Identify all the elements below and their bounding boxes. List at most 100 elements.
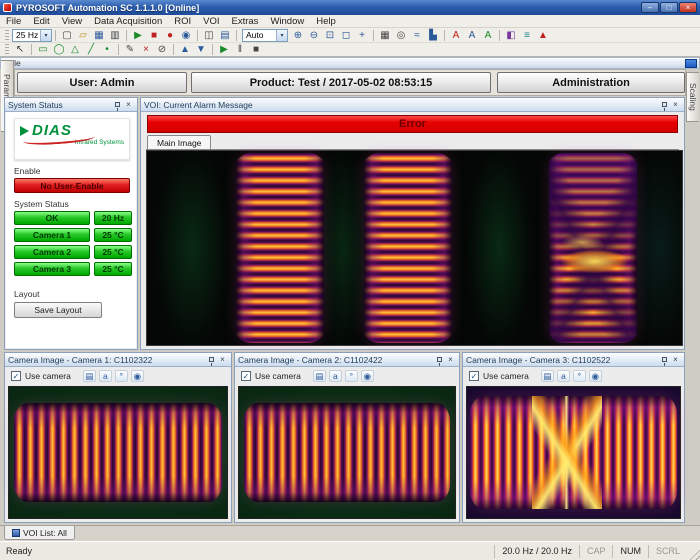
histogram-icon[interactable]: ▙ bbox=[425, 29, 441, 42]
save-icon[interactable]: ▦ bbox=[91, 29, 107, 42]
layout-icon[interactable]: ◫ bbox=[201, 29, 217, 42]
detail-icon[interactable]: ◉ bbox=[589, 370, 602, 382]
tab-voi-list[interactable]: VOI List: All bbox=[4, 526, 75, 540]
stop-icon[interactable]: ■ bbox=[248, 43, 264, 56]
roi-polygon-icon[interactable]: △ bbox=[67, 43, 83, 56]
close-icon[interactable]: × bbox=[445, 355, 456, 365]
temperature-icon[interactable]: ° bbox=[345, 370, 358, 382]
grid-icon[interactable]: ▦ bbox=[377, 29, 393, 42]
temperature-icon[interactable]: ° bbox=[573, 370, 586, 382]
autoscale-icon[interactable]: a bbox=[329, 370, 342, 382]
print-icon[interactable]: ▥ bbox=[107, 29, 123, 42]
record-icon[interactable]: ● bbox=[162, 29, 178, 42]
autoscale-icon[interactable]: a bbox=[557, 370, 570, 382]
palette-icon[interactable]: ▤ bbox=[313, 370, 326, 382]
detail-icon[interactable]: ◉ bbox=[361, 370, 374, 382]
menu-voi[interactable]: VOI bbox=[197, 15, 225, 27]
toolbar-grip[interactable] bbox=[5, 30, 9, 41]
resize-grip[interactable] bbox=[687, 547, 700, 560]
use-camera-checkbox[interactable]: ✓ bbox=[469, 371, 479, 381]
pan-icon[interactable]: + bbox=[354, 29, 370, 42]
zoom-in-icon[interactable]: ⊕ bbox=[290, 29, 306, 42]
zoom-fit-icon[interactable]: ⊡ bbox=[322, 29, 338, 42]
select-icon[interactable]: ↖ bbox=[12, 43, 28, 56]
profile-icon[interactable]: ≈ bbox=[409, 29, 425, 42]
menu-roi[interactable]: ROI bbox=[168, 15, 197, 27]
tab-main-image[interactable]: Main Image bbox=[147, 135, 211, 150]
system-status-header: System Status × bbox=[5, 98, 137, 112]
minimize-button[interactable]: – bbox=[641, 2, 659, 13]
menu-file[interactable]: File bbox=[0, 15, 27, 27]
snapshot-icon[interactable]: ◉ bbox=[178, 29, 194, 42]
palette-icon[interactable]: ▤ bbox=[83, 370, 96, 382]
menu-extras[interactable]: Extras bbox=[226, 15, 265, 27]
roi-ellipse-icon[interactable]: ◯ bbox=[51, 43, 67, 56]
alarm-icon[interactable]: ▲ bbox=[535, 29, 551, 42]
pause-icon[interactable]: ‖ bbox=[232, 43, 248, 56]
camera3-thermal-tube bbox=[470, 396, 677, 509]
save-layout-button[interactable]: Save Layout bbox=[14, 302, 102, 318]
roi-point-icon[interactable]: • bbox=[99, 43, 115, 56]
crosshair-icon[interactable]: ◎ bbox=[393, 29, 409, 42]
zoom-out-icon[interactable]: ⊖ bbox=[306, 29, 322, 42]
pin-icon[interactable] bbox=[434, 355, 445, 365]
play-icon[interactable]: ▶ bbox=[216, 43, 232, 56]
autoscale-icon[interactable]: a bbox=[99, 370, 112, 382]
chevron-down-icon[interactable]: ▾ bbox=[276, 30, 287, 41]
new-icon[interactable]: ▢ bbox=[59, 29, 75, 42]
use-camera-label: Use camera bbox=[25, 371, 71, 381]
delete-icon[interactable]: × bbox=[138, 43, 154, 56]
palette-icon[interactable]: ◧ bbox=[503, 29, 519, 42]
disable-icon[interactable]: ⊘ bbox=[154, 43, 170, 56]
close-icon[interactable]: × bbox=[670, 100, 681, 110]
frame-rate-combo[interactable]: 25 Hz ▾ bbox=[12, 29, 52, 42]
stop-acquisition-icon[interactable]: ■ bbox=[146, 29, 162, 42]
tab-scaling[interactable]: Scaling bbox=[686, 72, 699, 122]
close-icon[interactable]: × bbox=[217, 355, 228, 365]
roi-line-icon[interactable]: ╱ bbox=[83, 43, 99, 56]
list-icon bbox=[12, 529, 20, 537]
report-icon[interactable]: ▤ bbox=[217, 29, 233, 42]
dock-indicator-icon[interactable] bbox=[685, 59, 697, 68]
product-button[interactable]: Product: Test / 2017-05-02 08:53:15 bbox=[191, 72, 491, 93]
use-camera-checkbox[interactable]: ✓ bbox=[241, 371, 251, 381]
open-icon[interactable]: ▱ bbox=[75, 29, 91, 42]
menu-help[interactable]: Help bbox=[310, 15, 342, 27]
palette-icon[interactable]: ▤ bbox=[541, 370, 554, 382]
toolbar-main: 25 Hz ▾ ▢ ▱ ▦ ▥ ▶ ■ ● ◉ ◫ ▤ Auto ▾ ⊕ ⊖ ⊡… bbox=[0, 28, 700, 43]
label-red-icon[interactable]: A bbox=[448, 29, 464, 42]
toolbar-grip[interactable] bbox=[5, 44, 9, 55]
zoom-original-icon[interactable]: ◻ bbox=[338, 29, 354, 42]
pin-icon[interactable] bbox=[659, 100, 670, 110]
close-icon[interactable]: × bbox=[670, 355, 681, 365]
isotherm-icon[interactable]: ≡ bbox=[519, 29, 535, 42]
label-blue-icon[interactable]: A bbox=[464, 29, 480, 42]
close-icon[interactable]: × bbox=[123, 100, 134, 110]
administration-button[interactable]: Administration bbox=[497, 72, 685, 93]
close-button[interactable]: × bbox=[679, 2, 697, 13]
user-button[interactable]: User: Admin bbox=[17, 72, 187, 93]
frame-rate-value: 25 Hz bbox=[13, 30, 40, 40]
menu-data-acquisition[interactable]: Data Acquisition bbox=[88, 15, 168, 27]
menu-edit[interactable]: Edit bbox=[27, 15, 55, 27]
scale-mode-combo[interactable]: Auto ▾ bbox=[242, 29, 288, 42]
thermal-anomaly bbox=[532, 396, 602, 509]
maximize-button[interactable]: □ bbox=[660, 2, 678, 13]
pin-icon[interactable] bbox=[112, 100, 123, 110]
menu-view[interactable]: View bbox=[56, 15, 88, 27]
menu-window[interactable]: Window bbox=[264, 15, 310, 27]
label-green-icon[interactable]: A bbox=[480, 29, 496, 42]
use-camera-checkbox[interactable]: ✓ bbox=[11, 371, 21, 381]
pin-icon[interactable] bbox=[659, 355, 670, 365]
detail-icon[interactable]: ◉ bbox=[131, 370, 144, 382]
chevron-down-icon[interactable]: ▾ bbox=[40, 30, 51, 41]
temperature-icon[interactable]: ° bbox=[115, 370, 128, 382]
roi-rectangle-icon[interactable]: ▭ bbox=[35, 43, 51, 56]
pin-icon[interactable] bbox=[206, 355, 217, 365]
move-up-icon[interactable]: ▲ bbox=[177, 43, 193, 56]
user-enable-button[interactable]: No User-Enable bbox=[14, 178, 130, 193]
edit-icon[interactable]: ✎ bbox=[122, 43, 138, 56]
use-camera-label: Use camera bbox=[255, 371, 301, 381]
start-acquisition-icon[interactable]: ▶ bbox=[130, 29, 146, 42]
move-down-icon[interactable]: ▼ bbox=[193, 43, 209, 56]
